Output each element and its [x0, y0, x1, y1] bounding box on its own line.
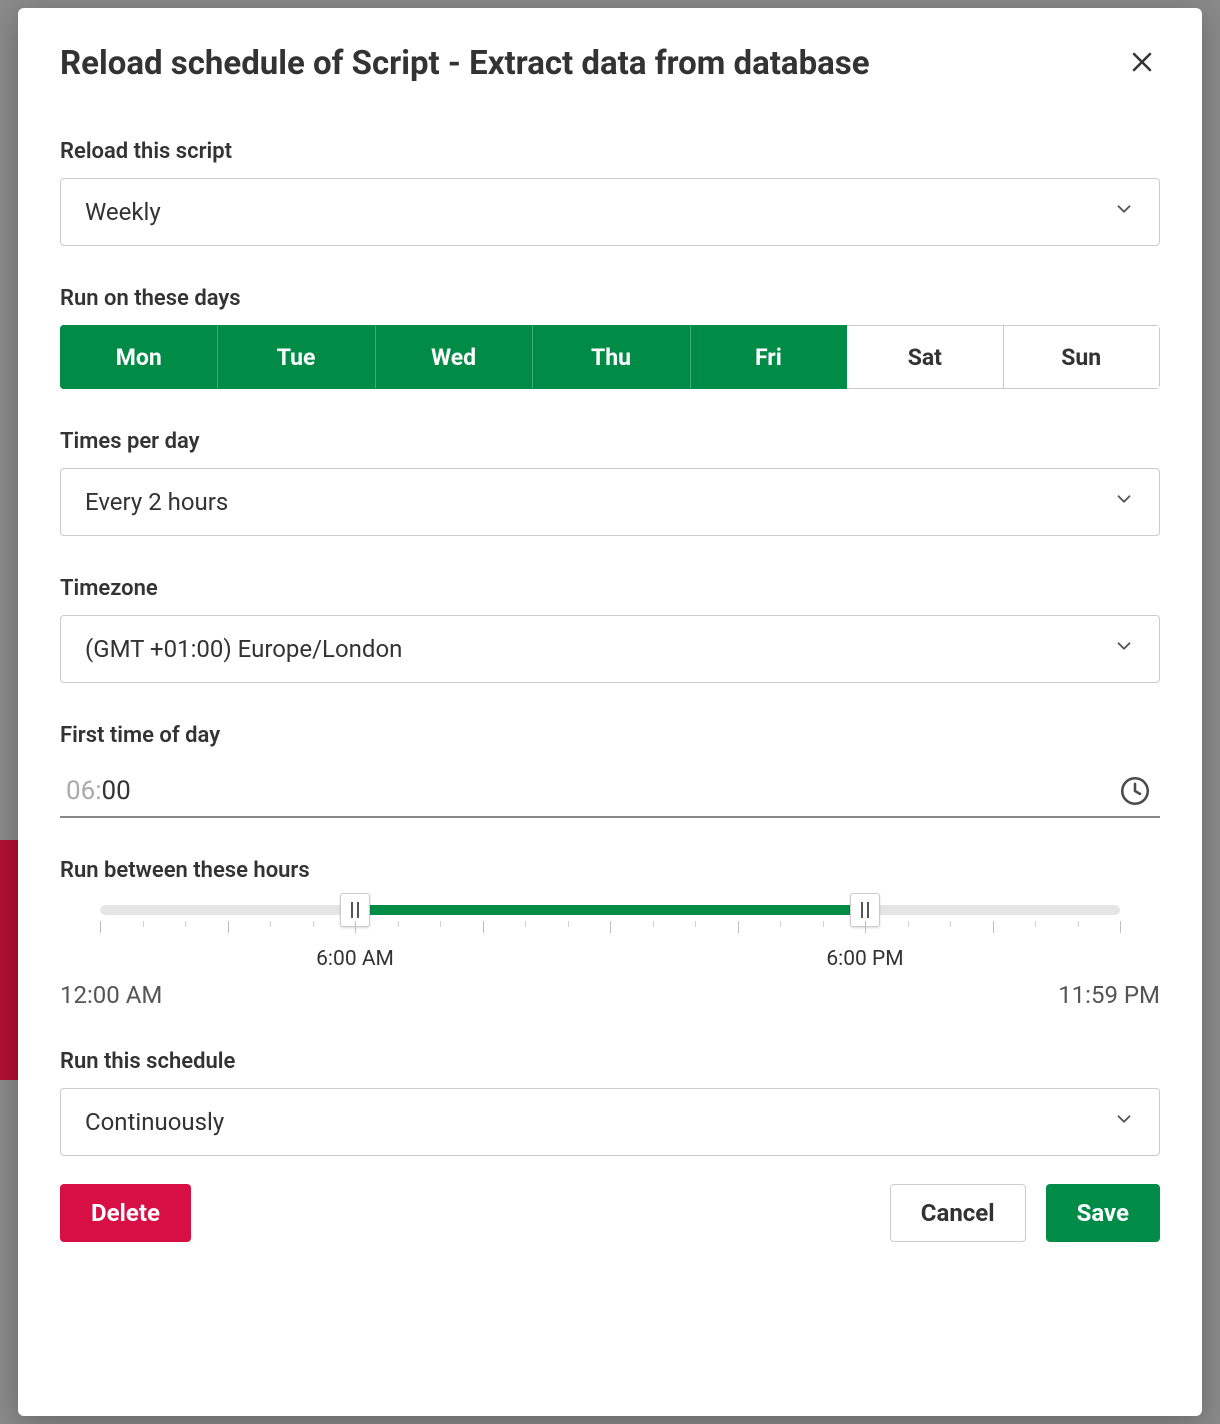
days-toggle-group: MonTueWedThuFriSatSun: [60, 325, 1160, 389]
times-per-day-label: Times per day: [60, 429, 1160, 454]
reload-frequency-value: Weekly: [85, 198, 161, 226]
schedule-mode-label: Run this schedule: [60, 1049, 1160, 1074]
day-toggle-tue[interactable]: Tue: [217, 325, 374, 389]
modal-title: Reload schedule of Script - Extract data…: [60, 44, 870, 83]
run-between-label: Run between these hours: [60, 858, 1160, 883]
days-label: Run on these days: [60, 286, 1160, 311]
time-range-fill: [355, 905, 865, 915]
chevron-down-icon: [1113, 1108, 1135, 1136]
reload-frequency-label: Reload this script: [60, 139, 1160, 164]
range-start-label: 6:00 AM: [316, 947, 394, 971]
close-button[interactable]: [1124, 46, 1160, 82]
day-toggle-thu[interactable]: Thu: [532, 325, 689, 389]
save-button[interactable]: Save: [1046, 1184, 1160, 1242]
reload-schedule-modal: Reload schedule of Script - Extract data…: [18, 8, 1202, 1416]
chevron-down-icon: [1113, 198, 1135, 226]
day-toggle-fri[interactable]: Fri: [690, 325, 847, 389]
timezone-value: (GMT +01:00) Europe/London: [85, 635, 402, 663]
time-range-track[interactable]: [100, 905, 1120, 915]
day-toggle-sat[interactable]: Sat: [847, 325, 1003, 389]
schedule-mode-value: Continuously: [85, 1108, 224, 1136]
day-toggle-sun[interactable]: Sun: [1004, 325, 1160, 389]
chevron-down-icon: [1113, 635, 1135, 663]
first-time-value: 06:00: [66, 776, 131, 806]
timezone-label: Timezone: [60, 576, 1160, 601]
cancel-button[interactable]: Cancel: [890, 1184, 1026, 1242]
time-range-ticks: [100, 921, 1120, 941]
schedule-mode-select[interactable]: Continuously: [60, 1088, 1160, 1156]
delete-button[interactable]: Delete: [60, 1184, 191, 1242]
reload-frequency-select[interactable]: Weekly: [60, 178, 1160, 246]
range-axis-start: 12:00 AM: [60, 981, 162, 1009]
clock-icon[interactable]: [1116, 772, 1154, 810]
close-icon: [1130, 50, 1154, 78]
range-end-label: 6:00 PM: [826, 947, 903, 971]
chevron-down-icon: [1113, 488, 1135, 516]
timezone-select[interactable]: (GMT +01:00) Europe/London: [60, 615, 1160, 683]
background-overflow: [0, 840, 18, 1080]
first-time-input[interactable]: 06:00: [60, 762, 1160, 818]
day-toggle-wed[interactable]: Wed: [375, 325, 532, 389]
times-per-day-select[interactable]: Every 2 hours: [60, 468, 1160, 536]
times-per-day-value: Every 2 hours: [85, 488, 228, 516]
first-time-label: First time of day: [60, 723, 1160, 748]
range-axis-end: 11:59 PM: [1058, 981, 1160, 1009]
day-toggle-mon[interactable]: Mon: [60, 325, 217, 389]
